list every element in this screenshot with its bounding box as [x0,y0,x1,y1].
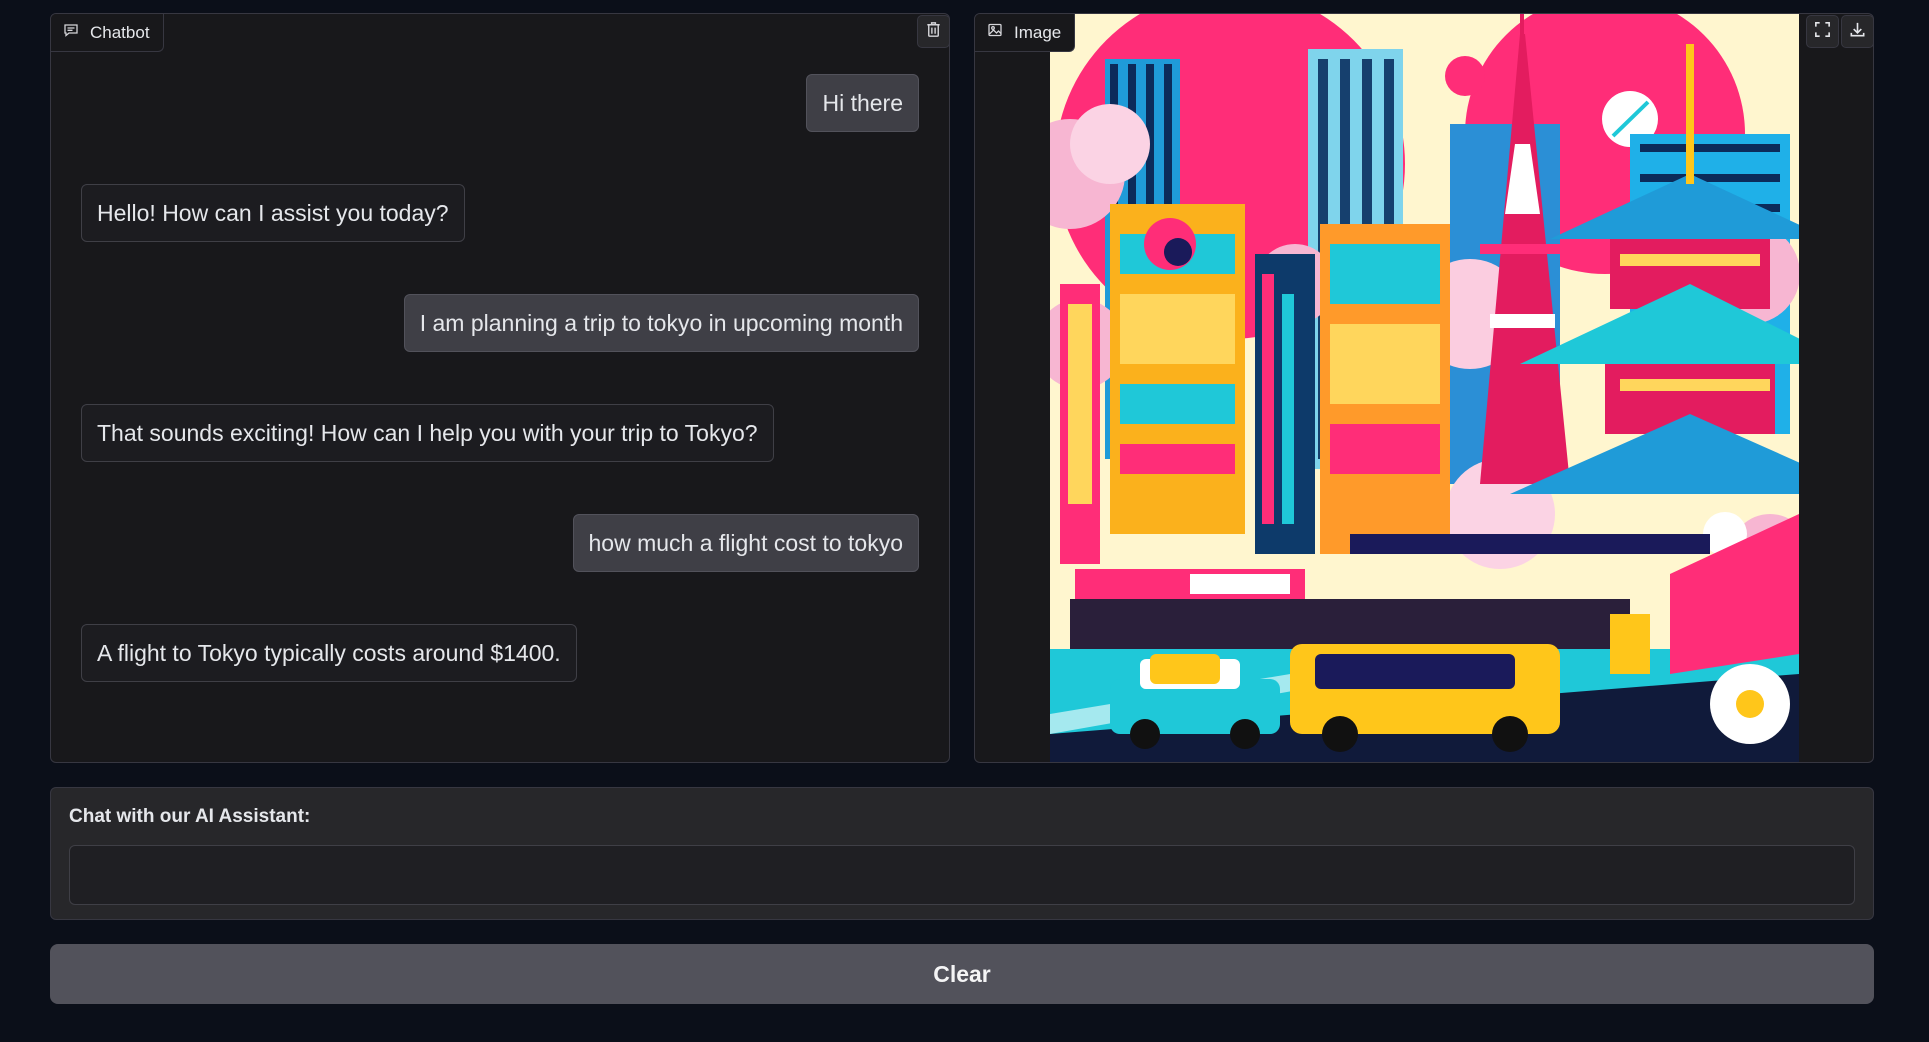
bot-message: That sounds exciting! How can I help you… [81,404,774,462]
image-label-text: Image [1014,22,1062,42]
chat-input-label: Chat with our AI Assistant: [69,806,311,827]
download-button[interactable] [1841,15,1873,48]
image-label: Image [975,14,1076,52]
download-icon [1848,20,1867,44]
user-message: Hi there [806,74,919,132]
chatbot-label: Chatbot [51,14,164,52]
chat-input-panel: Chat with our AI Assistant: [50,787,1874,920]
user-message: I am planning a trip to tokyo in upcomin… [403,294,919,352]
chat-input[interactable] [69,845,1855,905]
fullscreen-button[interactable] [1806,15,1839,48]
image-icon [987,22,1003,43]
generated-image [1050,14,1799,762]
bot-message: Hello! How can I assist you today? [81,184,465,242]
image-panel: Image [974,13,1874,763]
chatbot-panel: Chatbot Hi there Hello! How can I assist… [50,13,950,763]
chat-bubble-icon [63,22,79,43]
tokyo-illustration [1050,14,1799,762]
trash-icon [924,20,943,44]
bot-message: A flight to Tokyo typically costs around… [81,624,577,682]
fullscreen-icon [1813,20,1832,44]
clear-chat-button[interactable] [917,15,949,48]
user-message: how much a flight cost to tokyo [572,514,919,572]
chatbot-label-text: Chatbot [90,22,150,42]
clear-button[interactable]: Clear [50,944,1874,1004]
